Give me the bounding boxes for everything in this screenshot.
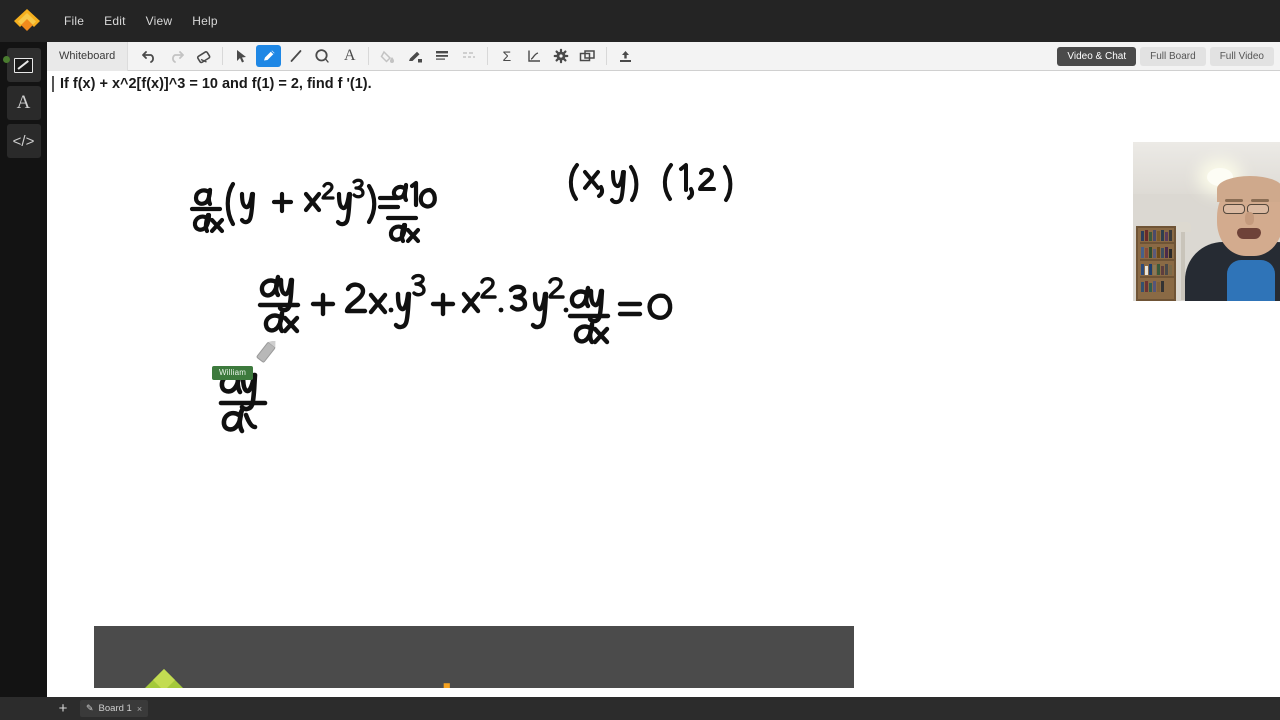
upload-icon <box>620 50 632 62</box>
line-weight-icon <box>435 51 448 60</box>
toolbar-divider <box>222 47 224 65</box>
sigma-icon: Σ <box>502 48 512 64</box>
line-icon <box>290 50 302 62</box>
equation-button[interactable]: Σ <box>494 45 519 67</box>
menu-view[interactable]: View <box>136 10 183 32</box>
toolbar-divider <box>606 47 608 65</box>
redo-arrow-icon <box>172 51 185 63</box>
toolbar-divider <box>487 47 489 65</box>
handwriting-line-1 <box>182 176 442 251</box>
toolbar-history-group <box>136 42 217 71</box>
remote-cursor-name-badge: William <box>212 366 254 380</box>
whiteboard-pen-icon <box>14 57 33 73</box>
graph-axes-icon <box>528 50 540 62</box>
undo-button[interactable] <box>137 45 162 67</box>
pencil-icon: ✎ <box>86 703 94 713</box>
toolbar: Whiteboard A Σ Video & Chat Full Board F… <box>47 41 1280 71</box>
pen-color-icon <box>408 51 422 62</box>
line-button[interactable] <box>283 45 308 67</box>
gear-icon <box>553 48 569 64</box>
settings-button[interactable] <box>548 45 573 67</box>
video-person-shirt <box>1227 260 1275 301</box>
board-type-label: Whiteboard <box>47 41 129 71</box>
menu-edit[interactable]: Edit <box>94 10 135 32</box>
code-brackets-icon: </> <box>12 132 35 150</box>
eraser-icon <box>196 50 211 63</box>
toolbar-insert-group: Σ <box>493 42 601 71</box>
menu-bar: File Edit View Help <box>0 0 1280 42</box>
sidebar-item-text[interactable]: A <box>6 86 41 120</box>
pen-button[interactable] <box>256 45 282 67</box>
menu-file[interactable]: File <box>54 10 94 32</box>
menu-item-list: File Edit View Help <box>54 10 228 32</box>
board-tab-label: Board 1 <box>98 703 132 714</box>
stroke-width-button[interactable] <box>429 45 454 67</box>
full-board-button[interactable]: Full Board <box>1140 46 1206 66</box>
toolbar-right-buttons: Video & Chat Full Board Full Video <box>1057 46 1280 66</box>
pencil-icon <box>263 50 275 61</box>
wyzant-watermark: wyzant Ask An Expert <box>94 626 854 691</box>
fill-button[interactable] <box>375 45 400 67</box>
text-a-icon: A <box>343 47 356 64</box>
video-feed <box>1133 142 1280 301</box>
select-button[interactable] <box>229 45 254 67</box>
add-board-button[interactable]: + <box>50 697 76 720</box>
video-person-nose <box>1245 212 1254 225</box>
layers-button[interactable] <box>575 45 600 67</box>
undo-arrow-icon <box>142 51 155 63</box>
graph-button[interactable] <box>521 45 546 67</box>
horizontal-scrollbar-track[interactable] <box>47 688 1280 697</box>
text-button[interactable]: A <box>337 45 362 67</box>
line-style-button[interactable] <box>456 45 481 67</box>
remote-cursor-pen-icon <box>254 340 284 376</box>
handwriting-point-note <box>565 159 755 205</box>
toolbar-upload-group <box>612 42 639 71</box>
whiteboard-canvas[interactable]: If f(x) + x^2[f(x)]^3 = 10 and f(1) = 2,… <box>47 71 1280 691</box>
online-status-dot <box>2 56 10 63</box>
board-tab-bar: + ✎ Board 1 × <box>0 697 1280 720</box>
video-bookshelf <box>1136 226 1176 301</box>
handwriting-line-2 <box>252 264 692 354</box>
eraser-button[interactable] <box>191 45 216 67</box>
video-and-chat-button[interactable]: Video & Chat <box>1057 46 1137 66</box>
board-tab-1[interactable]: ✎ Board 1 × <box>80 700 149 717</box>
toolbar-divider <box>368 47 370 65</box>
layers-icon <box>580 49 596 61</box>
toolbar-draw-group: A <box>228 42 363 71</box>
menu-help[interactable]: Help <box>182 10 227 32</box>
sidebar-item-whiteboard[interactable] <box>2 48 41 82</box>
toolbar-style-group <box>374 42 482 71</box>
wyzant-diamond-logo-icon <box>116 661 212 691</box>
text-a-icon: A <box>16 92 31 113</box>
left-sidebar: A </> <box>0 42 47 720</box>
paint-bucket-icon <box>380 50 394 63</box>
video-thumbnail[interactable] <box>1133 142 1280 301</box>
wyzant-logo-icon <box>10 4 44 38</box>
dashed-line-icon <box>462 52 475 58</box>
problem-statement: If f(x) + x^2[f(x)]^3 = 10 and f(1) = 2,… <box>52 76 372 92</box>
cursor-arrow-icon <box>237 49 247 62</box>
full-video-button[interactable]: Full Video <box>1209 46 1274 66</box>
stroke-color-button[interactable] <box>402 45 427 67</box>
ellipse-shape-icon <box>315 49 329 63</box>
video-person-mouth <box>1237 228 1261 239</box>
sidebar-item-code[interactable]: </> <box>6 124 41 158</box>
redo-button[interactable] <box>164 45 189 67</box>
shape-button[interactable] <box>310 45 335 67</box>
close-icon[interactable]: × <box>137 704 142 714</box>
whiteboard-app: File Edit View Help A </> Whiteboard A Σ… <box>0 0 1280 720</box>
upload-button[interactable] <box>613 45 638 67</box>
